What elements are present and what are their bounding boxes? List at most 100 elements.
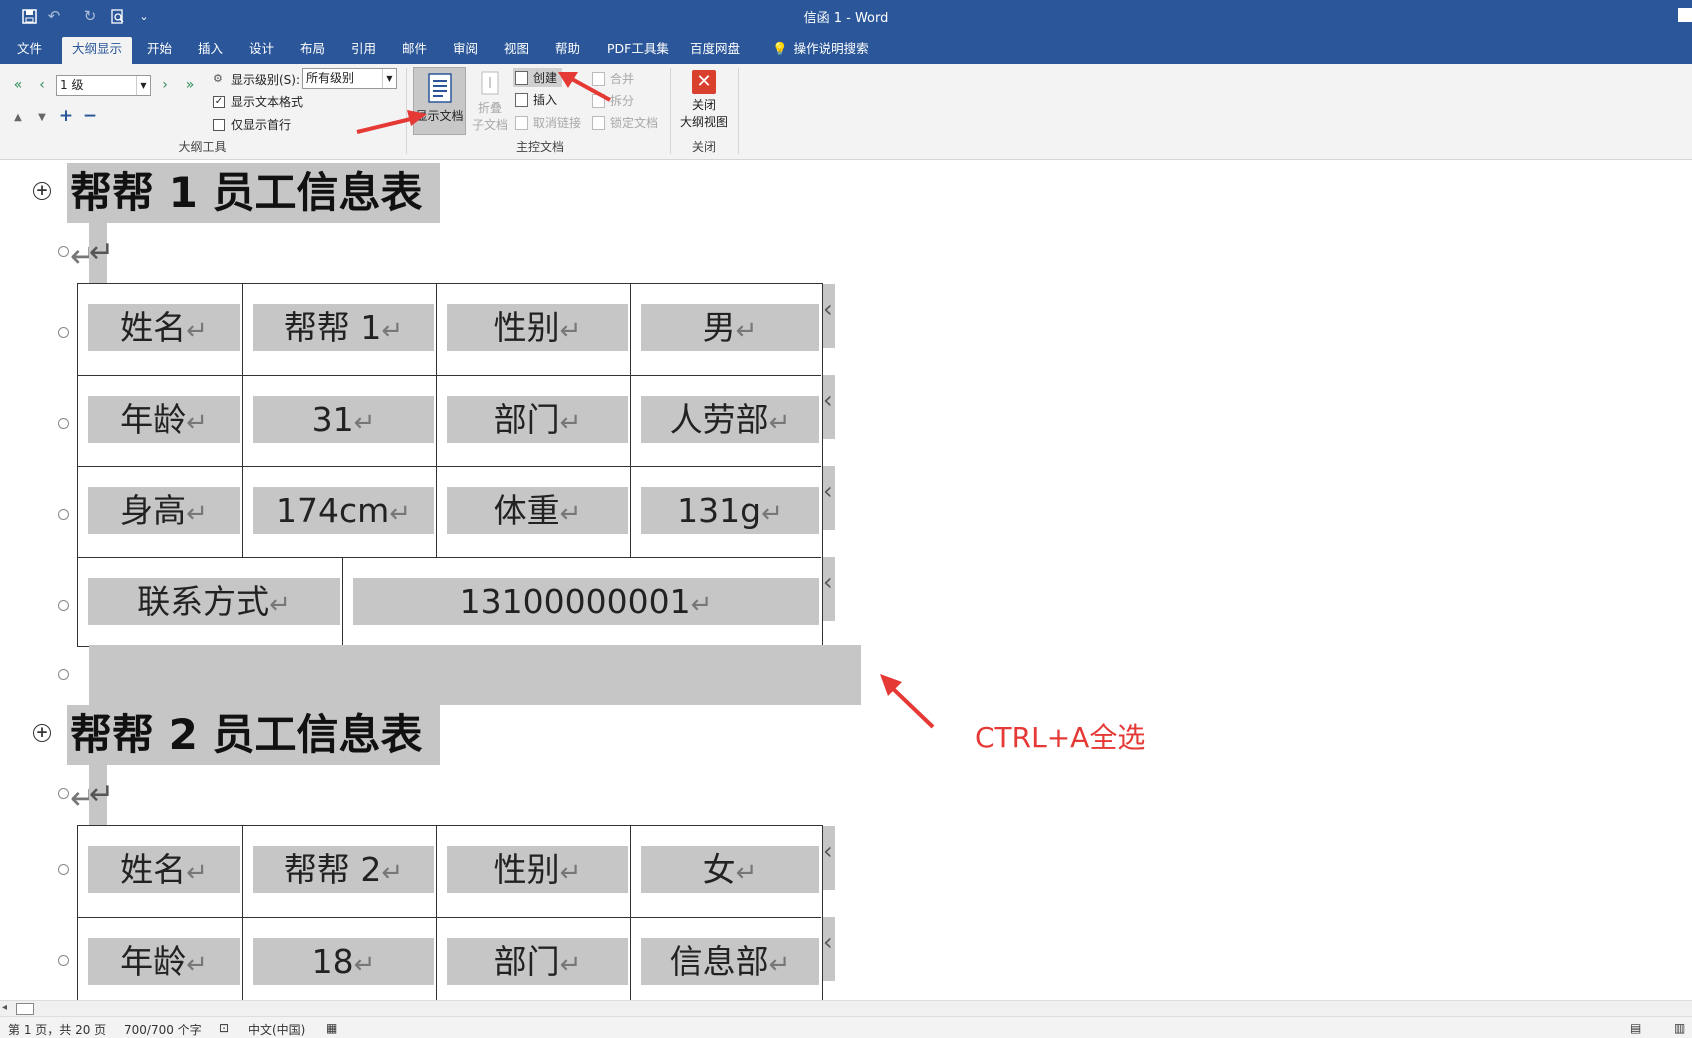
print-layout-icon[interactable]: ▥ xyxy=(1674,1021,1685,1035)
table-cell[interactable]: 31↵ xyxy=(242,376,436,466)
scrollbar-thumb[interactable] xyxy=(16,1003,34,1015)
table-cell[interactable]: 姓名↵ xyxy=(78,284,242,375)
insert-icon xyxy=(515,92,528,107)
table-row: 年龄↵ 31↵ 部门↵ 人劳部↵ xyxy=(78,375,821,466)
tab-outline[interactable]: 大纲显示 xyxy=(62,37,133,64)
tab-review[interactable]: 审阅 xyxy=(443,37,488,64)
tab-baidu-netdisk[interactable]: 百度网盘 xyxy=(680,37,750,64)
annotation-arrow-icon xyxy=(356,110,427,134)
expand-icon[interactable]: + xyxy=(57,106,75,126)
title-bar: ↶ ↻ ⌄ 信函 1 - Word xyxy=(0,0,1692,31)
table-cell[interactable]: 年龄↵ xyxy=(78,376,242,466)
table-cell[interactable]: 信息部↵ xyxy=(630,918,821,1000)
chevron-down-icon[interactable]: ▼ xyxy=(382,69,396,88)
language-indicator[interactable]: 中文(中国) xyxy=(248,1021,305,1038)
group-divider xyxy=(738,68,739,154)
proofing-icon[interactable]: ⊡ xyxy=(219,1021,229,1035)
insert-subdocument-button[interactable]: 插入 xyxy=(515,91,557,108)
page-count[interactable]: 第 1 页，共 20 页 xyxy=(8,1021,106,1038)
scroll-left-icon[interactable]: ◂ xyxy=(2,1002,7,1013)
body-bullet-icon xyxy=(58,600,69,611)
promote-icon[interactable]: ‹ xyxy=(33,76,51,94)
collapse-icon[interactable]: − xyxy=(81,106,99,126)
table-cell[interactable]: 女↵ xyxy=(630,826,821,917)
table-row: 年龄↵ 18↵ 部门↵ 信息部↵ xyxy=(78,917,821,1000)
table-cell[interactable]: 13100000001↵ xyxy=(342,558,821,648)
lock-document-button[interactable]: 锁定文档 xyxy=(592,114,658,131)
table-cell[interactable]: 帮帮 2↵ xyxy=(242,826,436,917)
tab-references[interactable]: 引用 xyxy=(341,37,386,64)
table-cell[interactable]: 部门↵ xyxy=(436,376,630,466)
tab-view[interactable]: 视图 xyxy=(494,37,539,64)
horizontal-scrollbar[interactable]: ◂ xyxy=(0,1000,1692,1016)
unlink-icon xyxy=(515,115,528,130)
annotation-arrow-icon xyxy=(558,72,611,102)
row-end-marker: ‹ xyxy=(823,375,835,439)
show-level-icon: ⚙ xyxy=(213,72,223,85)
create-button[interactable]: 创建 xyxy=(513,68,563,87)
table-cell[interactable]: 174cm↵ xyxy=(242,467,436,557)
table-cell[interactable]: 身高↵ xyxy=(78,467,242,557)
table-cell[interactable]: 131g↵ xyxy=(630,467,821,557)
move-up-icon[interactable]: ▲ xyxy=(9,108,27,126)
close-outline-view-button[interactable]: ✕ 关闭 大纲视图 xyxy=(678,70,730,130)
tab-home[interactable]: 开始 xyxy=(137,37,182,64)
tab-design[interactable]: 设计 xyxy=(239,37,284,64)
outline-level-combo[interactable]: 1 级 ▼ xyxy=(56,75,151,96)
table-cell[interactable]: 性别↵ xyxy=(436,826,630,917)
tab-pdf-tools[interactable]: PDF工具集 xyxy=(597,37,679,64)
checkbox-checked-icon: ✓ xyxy=(213,95,225,108)
show-level-label: 显示级别(S): xyxy=(231,73,301,87)
demote-to-body-icon[interactable]: » xyxy=(181,76,199,94)
word-count[interactable]: 700/700 个字 xyxy=(124,1021,202,1038)
body-bullet-icon xyxy=(58,669,69,680)
body-bullet-icon xyxy=(58,509,69,520)
tab-file[interactable]: 文件 xyxy=(7,37,52,64)
expand-heading-icon[interactable]: + xyxy=(33,724,51,742)
table-cell[interactable]: 人劳部↵ xyxy=(630,376,821,466)
collapse-subdocuments-button[interactable]: 折叠 子文档 xyxy=(470,70,510,133)
group-divider xyxy=(670,68,671,154)
demote-icon[interactable]: › xyxy=(156,76,174,94)
table-row: 姓名↵ 帮帮 1↵ 性别↵ 男↵ xyxy=(78,284,821,375)
close-group-label: 关闭 xyxy=(691,140,716,154)
tab-help[interactable]: 帮助 xyxy=(545,37,590,64)
body-bullet-icon xyxy=(58,246,69,257)
outline-tools-group-label: 大纲工具 xyxy=(178,140,227,154)
table-row: 姓名↵ 帮帮 2↵ 性别↵ 女↵ xyxy=(78,826,821,917)
document-area[interactable]: + 帮帮 1 员工信息表↵ ↵ 姓名↵ 帮帮 1↵ 性别↵ 男↵ 年龄↵ 31↵… xyxy=(0,160,1692,1000)
table-cell[interactable]: 年龄↵ xyxy=(78,918,242,1000)
tab-mailings[interactable]: 邮件 xyxy=(392,37,437,64)
tab-insert[interactable]: 插入 xyxy=(188,37,233,64)
unlink-button[interactable]: 取消链接 xyxy=(515,114,581,131)
macro-icon[interactable]: ▦ xyxy=(326,1021,337,1035)
read-mode-icon[interactable]: ▤ xyxy=(1630,1021,1641,1035)
section-2-heading: 帮帮 2 员工信息表↵ xyxy=(67,705,440,817)
first-line-only-checkbox[interactable]: 仅显示首行 xyxy=(213,116,291,133)
ribbon-tabs: 文件 大纲显示 开始 插入 设计 布局 引用 邮件 审阅 视图 帮助 PDF工具… xyxy=(0,31,1692,64)
table-cell[interactable]: 18↵ xyxy=(242,918,436,1000)
tab-layout[interactable]: 布局 xyxy=(290,37,335,64)
master-document-group-label: 主控文档 xyxy=(515,140,564,154)
restore-icon[interactable] xyxy=(1678,8,1692,22)
table-cell[interactable]: 男↵ xyxy=(630,284,821,375)
close-icon: ✕ xyxy=(692,70,716,94)
empty-paragraph: ↵ xyxy=(89,765,114,825)
table-cell[interactable]: 性别↵ xyxy=(436,284,630,375)
table-row: 身高↵ 174cm↵ 体重↵ 131g↵ xyxy=(78,466,821,557)
show-level-combo[interactable]: 所有级别 ▼ xyxy=(302,68,397,89)
table-cell[interactable]: 体重↵ xyxy=(436,467,630,557)
table-cell[interactable]: 姓名↵ xyxy=(78,826,242,917)
move-down-icon[interactable]: ▼ xyxy=(33,108,51,126)
table-cell[interactable]: 联系方式↵ xyxy=(78,558,342,648)
section-1-heading: 帮帮 1 员工信息表↵ xyxy=(67,163,440,275)
chevron-down-icon[interactable]: ▼ xyxy=(136,76,150,95)
promote-to-heading1-icon[interactable]: « xyxy=(9,76,27,94)
table-cell[interactable]: 帮帮 1↵ xyxy=(242,284,436,375)
collapse-label-1: 折叠 xyxy=(477,101,502,115)
show-text-format-checkbox[interactable]: ✓ 显示文本格式 xyxy=(213,93,303,110)
expand-heading-icon[interactable]: + xyxy=(33,182,51,200)
table-cell[interactable]: 部门↵ xyxy=(436,918,630,1000)
tell-me-search[interactable]: 💡 操作说明搜索 xyxy=(762,37,879,64)
row-end-marker: ‹ xyxy=(823,466,835,530)
